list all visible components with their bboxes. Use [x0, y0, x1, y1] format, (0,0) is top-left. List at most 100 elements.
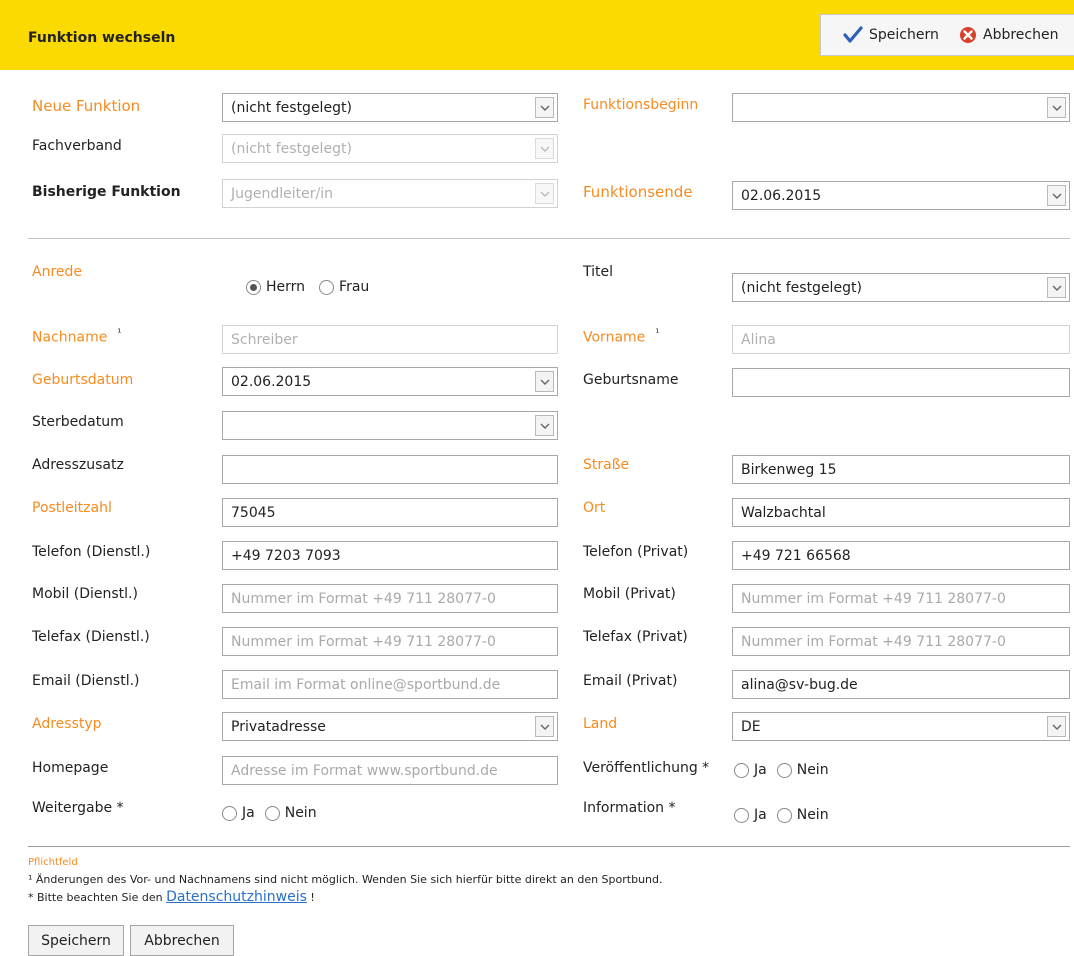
toolbar-save-button[interactable]: Speichern	[843, 15, 939, 55]
chevron-down-icon	[535, 138, 554, 159]
adresstyp-value: Privatadresse	[231, 718, 326, 735]
anrede-frau-label[interactable]: Frau	[339, 279, 369, 295]
funktionsende-label: Funktionsende	[583, 183, 693, 201]
postleitzahl-label: Postleitzahl	[32, 500, 112, 516]
chevron-down-icon[interactable]	[535, 716, 554, 737]
nachname-footnote-marker: ¹	[117, 328, 122, 339]
anrede-radio-group: Herrn Frau	[246, 279, 369, 295]
homepage-input[interactable]: Adresse im Format www.sportbund.de	[222, 756, 558, 785]
ort-input[interactable]: Walzbachtal	[732, 498, 1070, 527]
neue-funktion-select[interactable]: (nicht festgelegt)	[222, 93, 558, 122]
telefon-dienstl-value: +49 7203 7093	[231, 547, 341, 564]
homepage-placeholder: Adresse im Format www.sportbund.de	[231, 762, 498, 779]
chevron-down-icon[interactable]	[535, 371, 554, 392]
privacy-note-prefix: * Bitte beachten Sie den	[28, 891, 163, 904]
funktionsende-select[interactable]: 02.06.2015	[732, 181, 1070, 210]
toolbar-cancel-button[interactable]: Abbrechen	[959, 15, 1058, 55]
chevron-down-icon[interactable]	[535, 415, 554, 436]
telefax-privat-input[interactable]: Nummer im Format +49 711 28077-0	[732, 627, 1070, 656]
footer-divider	[28, 846, 1070, 847]
telefon-dienstl-label: Telefon (Dienstl.)	[32, 544, 151, 560]
fachverband-label: Fachverband	[32, 138, 122, 154]
strasse-label: Straße	[583, 457, 630, 473]
veroeffentlichung-nein-label[interactable]: Nein	[797, 762, 829, 778]
mobil-dienstl-placeholder: Nummer im Format +49 711 28077-0	[231, 590, 496, 607]
weitergabe-ja-label[interactable]: Ja	[242, 805, 255, 821]
strasse-value: Birkenweg 15	[741, 461, 837, 478]
postleitzahl-value: 75045	[231, 504, 276, 521]
neue-funktion-label: Neue Funktion	[32, 97, 141, 115]
telefax-privat-label: Telefax (Privat)	[583, 629, 688, 645]
veroeffentlichung-ja-radio[interactable]	[734, 762, 749, 778]
weitergabe-radio-group: Ja Nein	[222, 805, 317, 821]
adresstyp-label: Adresstyp	[32, 716, 102, 732]
adresszusatz-label: Adresszusatz	[32, 457, 124, 473]
strasse-input[interactable]: Birkenweg 15	[732, 455, 1070, 484]
vorname-input: Alina	[732, 325, 1070, 354]
information-nein-label[interactable]: Nein	[797, 807, 829, 823]
chevron-down-icon[interactable]	[535, 97, 554, 118]
chevron-down-icon[interactable]	[1047, 97, 1066, 118]
veroeffentlichung-nein-radio[interactable]	[776, 762, 792, 778]
chevron-down-icon[interactable]	[1047, 185, 1066, 206]
datenschutz-link[interactable]: Datenschutzhinweis	[166, 889, 307, 905]
mobil-privat-placeholder: Nummer im Format +49 711 28077-0	[741, 590, 1006, 607]
mobil-dienstl-input[interactable]: Nummer im Format +49 711 28077-0	[222, 584, 558, 613]
postleitzahl-input[interactable]: 75045	[222, 498, 558, 527]
weitergabe-nein-label[interactable]: Nein	[285, 805, 317, 821]
anrede-label: Anrede	[32, 264, 83, 280]
toolbar: Speichern Abbrechen	[820, 14, 1074, 56]
land-select[interactable]: DE	[732, 712, 1070, 741]
mobil-privat-label: Mobil (Privat)	[583, 586, 676, 602]
adresstyp-select[interactable]: Privatadresse	[222, 712, 558, 741]
veroeffentlichung-ja-label[interactable]: Ja	[754, 762, 767, 778]
vorname-footnote-marker: ¹	[655, 328, 660, 339]
chevron-down-icon[interactable]	[1047, 716, 1066, 737]
email-privat-input[interactable]: alina@sv-bug.de	[732, 670, 1070, 699]
funktionsbeginn-select[interactable]	[732, 93, 1070, 122]
weitergabe-nein-radio[interactable]	[264, 805, 280, 821]
telefax-dienstl-input[interactable]: Nummer im Format +49 711 28077-0	[222, 627, 558, 656]
titel-value: (nicht festgelegt)	[741, 279, 862, 296]
save-button[interactable]: Speichern	[28, 925, 124, 956]
telefax-dienstl-label: Telefax (Dienstl.)	[32, 629, 150, 645]
email-dienstl-input[interactable]: Email im Format online@sportbund.de	[222, 670, 558, 699]
land-label: Land	[583, 716, 618, 732]
veroeffentlichung-radio-group: Ja Nein	[734, 762, 829, 778]
chevron-down-icon	[535, 183, 554, 204]
cancel-icon	[960, 27, 976, 43]
geburtsdatum-select[interactable]: 02.06.2015	[222, 367, 558, 396]
anrede-herrn-radio[interactable]	[246, 279, 261, 295]
titel-select[interactable]: (nicht festgelegt)	[732, 273, 1070, 302]
sterbedatum-select[interactable]	[222, 411, 558, 440]
funktionsende-value: 02.06.2015	[741, 187, 822, 204]
bisherige-funktion-select: Jugendleiter/in	[222, 179, 558, 208]
email-dienstl-label: Email (Dienstl.)	[32, 673, 140, 689]
weitergabe-ja-radio[interactable]	[222, 805, 237, 821]
weitergabe-label: Weitergabe *	[32, 800, 124, 816]
email-dienstl-placeholder: Email im Format online@sportbund.de	[231, 676, 501, 693]
name-change-note: ¹ Änderungen des Vor- und Nachnamens sin…	[28, 873, 663, 886]
anrede-frau-radio[interactable]	[319, 279, 335, 295]
header-bar: Funktion wechseln Speichern Abbrechen	[0, 0, 1074, 70]
adresszusatz-input[interactable]	[222, 455, 558, 484]
geburtsname-input[interactable]	[732, 368, 1070, 397]
information-ja-label[interactable]: Ja	[754, 807, 767, 823]
telefon-privat-input[interactable]: +49 721 66568	[732, 541, 1070, 570]
anrede-herrn-label[interactable]: Herrn	[266, 279, 305, 295]
page-title: Funktion wechseln	[28, 30, 176, 46]
neue-funktion-value: (nicht festgelegt)	[231, 99, 352, 116]
bisherige-funktion-label: Bisherige Funktion	[32, 184, 181, 200]
nachname-value: Schreiber	[231, 331, 298, 348]
information-ja-radio[interactable]	[734, 807, 749, 823]
chevron-down-icon[interactable]	[1047, 277, 1066, 298]
information-nein-radio[interactable]	[776, 807, 792, 823]
telefon-privat-value: +49 721 66568	[741, 547, 851, 564]
email-privat-label: Email (Privat)	[583, 673, 678, 689]
vorname-label-text: Vorname	[583, 329, 646, 346]
fachverband-select: (nicht festgelegt)	[222, 134, 558, 163]
cancel-button[interactable]: Abbrechen	[130, 925, 234, 956]
telefon-dienstl-input[interactable]: +49 7203 7093	[222, 541, 558, 570]
veroeffentlichung-label: Veröffentlichung *	[583, 760, 710, 776]
mobil-privat-input[interactable]: Nummer im Format +49 711 28077-0	[732, 584, 1070, 613]
